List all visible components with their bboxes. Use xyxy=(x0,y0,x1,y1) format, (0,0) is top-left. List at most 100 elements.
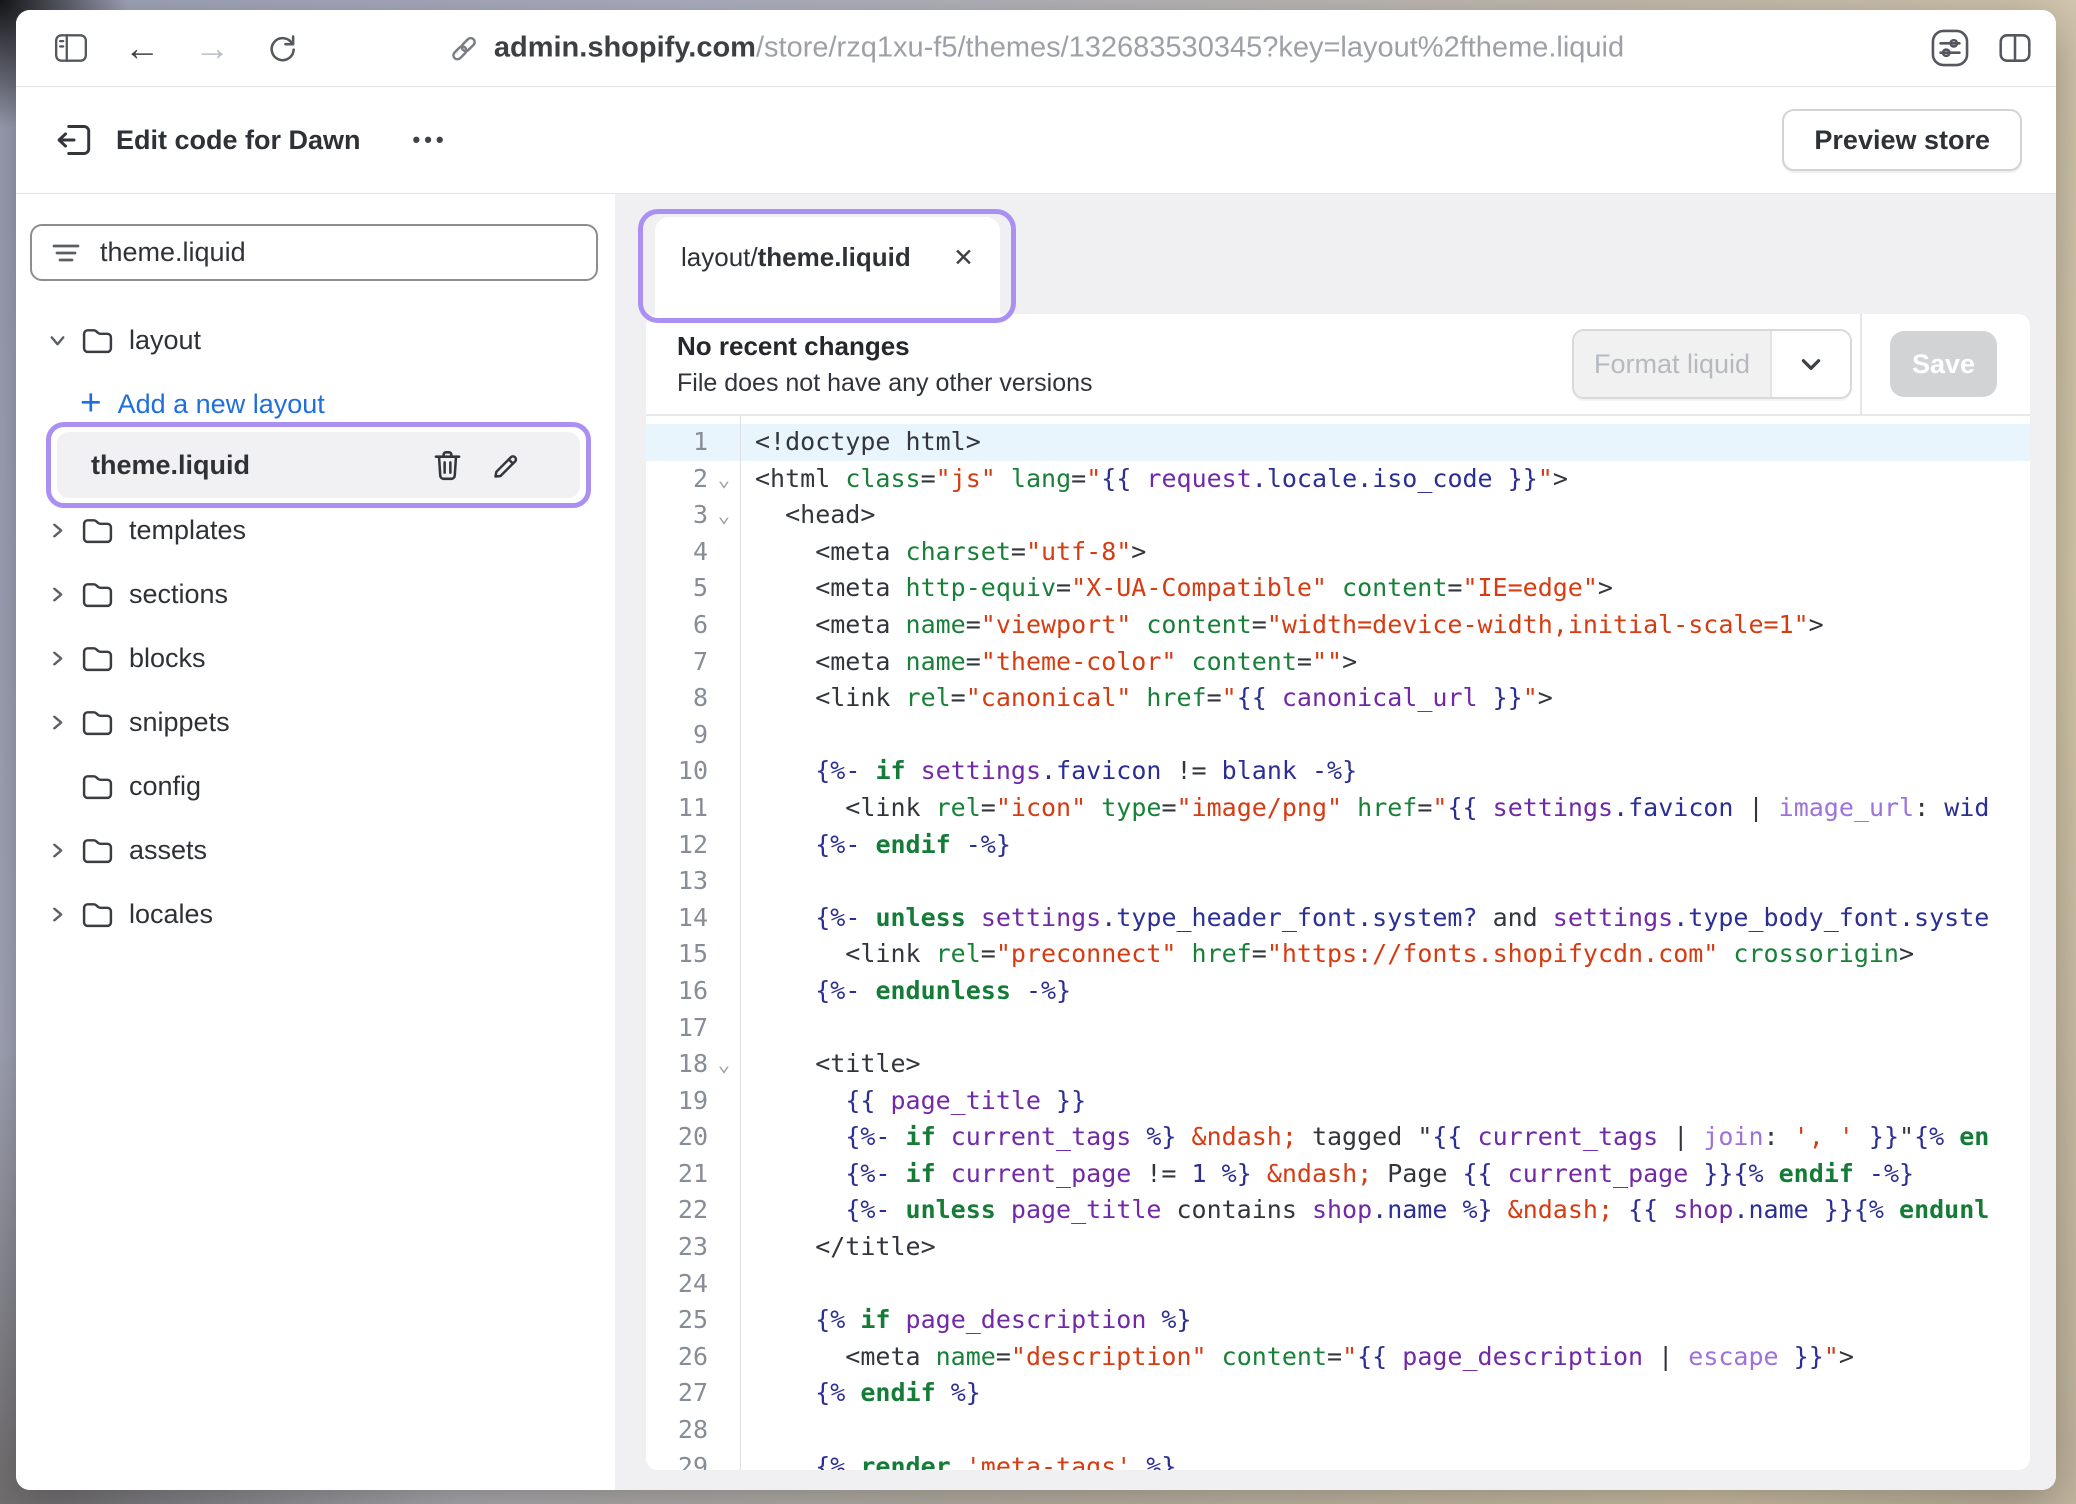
code-line-26[interactable]: 26 <meta name="description" content="{{ … xyxy=(646,1339,2030,1376)
fold-spacer xyxy=(708,790,740,827)
code-line-17[interactable]: 17 xyxy=(646,1010,2030,1047)
code-line-3[interactable]: 3⌄ <head> xyxy=(646,497,2030,534)
line-number: 13 xyxy=(646,863,708,900)
code-line-1[interactable]: 1<!doctype html> xyxy=(646,424,2030,461)
forward-arrow-icon[interactable]: → xyxy=(194,30,230,66)
sidebar-item-sections[interactable]: sections xyxy=(16,573,615,615)
line-number: 25 xyxy=(646,1302,708,1339)
code-line-28[interactable]: 28 xyxy=(646,1412,2030,1449)
code-text: <meta charset="utf-8"> xyxy=(740,534,1146,571)
code-line-14[interactable]: 14 {%- unless settings.type_header_font.… xyxy=(646,900,2030,937)
code-text: {%- endunless -%} xyxy=(740,973,1071,1010)
chevron-right-icon[interactable] xyxy=(46,712,68,733)
split-view-icon[interactable] xyxy=(1996,30,2034,66)
folder-icon xyxy=(81,325,114,355)
code-text: <meta name="description" content="{{ pag… xyxy=(740,1339,1854,1376)
code-editor[interactable]: 1<!doctype html>2⌄<html class="js" lang=… xyxy=(646,416,2030,1470)
code-line-5[interactable]: 5 <meta http-equiv="X-UA-Compatible" con… xyxy=(646,570,2030,607)
fold-spacer xyxy=(708,1010,740,1047)
format-options-caret[interactable] xyxy=(1770,331,1850,397)
sidebar-item-layout[interactable]: layout xyxy=(16,319,615,361)
chevron-down-icon[interactable] xyxy=(46,330,68,351)
code-line-19[interactable]: 19 {{ page_title }} xyxy=(646,1083,2030,1120)
code-line-9[interactable]: 9 xyxy=(646,717,2030,754)
code-line-23[interactable]: 23 </title> xyxy=(646,1229,2030,1266)
chevron-right-icon[interactable] xyxy=(46,520,68,541)
fold-toggle-icon[interactable]: ⌄ xyxy=(708,1046,740,1083)
tab-close-icon[interactable]: ✕ xyxy=(953,243,974,273)
line-number: 3 xyxy=(646,497,708,534)
fold-spacer xyxy=(708,1449,740,1470)
search-input[interactable] xyxy=(98,236,578,269)
folder-icon xyxy=(81,835,114,865)
add-layout-link[interactable]: +Add a new layout xyxy=(16,383,615,425)
more-menu-icon[interactable]: ••• xyxy=(413,127,448,153)
open-file-tab[interactable]: layout/theme.liquid ✕ xyxy=(655,217,1000,314)
code-line-25[interactable]: 25 {% if page_description %} xyxy=(646,1302,2030,1339)
sidebar-toggle-icon[interactable] xyxy=(52,30,90,66)
browser-settings-icon[interactable] xyxy=(1930,28,1970,68)
fold-toggle-icon[interactable]: ⌄ xyxy=(708,461,740,498)
save-button[interactable]: Save xyxy=(1890,331,1997,397)
line-number: 26 xyxy=(646,1339,708,1376)
line-number: 9 xyxy=(646,717,708,754)
line-number: 23 xyxy=(646,1229,708,1266)
folder-icon xyxy=(81,515,114,545)
chevron-right-icon[interactable] xyxy=(46,840,68,861)
app-header: Edit code for Dawn ••• Preview store xyxy=(16,87,2056,194)
code-line-29[interactable]: 29 {% render 'meta-tags' %} xyxy=(646,1449,2030,1470)
code-line-18[interactable]: 18⌄ <title> xyxy=(646,1046,2030,1083)
code-line-27[interactable]: 27 {% endif %} xyxy=(646,1375,2030,1412)
sidebar-item-config[interactable]: config xyxy=(16,765,615,807)
code-line-24[interactable]: 24 xyxy=(646,1266,2030,1303)
file-search-box[interactable] xyxy=(30,224,598,281)
line-number: 2 xyxy=(646,461,708,498)
chevron-right-icon[interactable] xyxy=(46,584,68,605)
code-line-20[interactable]: 20 {%- if current_tags %} &ndash; tagged… xyxy=(646,1119,2030,1156)
format-liquid-label[interactable]: Format liquid xyxy=(1574,331,1770,397)
sidebar-item-theme-liquid[interactable]: theme.liquid xyxy=(57,432,580,498)
folder-icon xyxy=(81,771,114,801)
preview-store-button[interactable]: Preview store xyxy=(1782,109,2022,171)
rename-file-icon[interactable] xyxy=(491,450,522,481)
code-line-2[interactable]: 2⌄<html class="js" lang="{{ request.loca… xyxy=(646,461,2030,498)
code-line-15[interactable]: 15 <link rel="preconnect" href="https://… xyxy=(646,936,2030,973)
code-line-13[interactable]: 13 xyxy=(646,863,2030,900)
delete-file-icon[interactable] xyxy=(432,449,463,482)
sidebar-item-snippets[interactable]: snippets xyxy=(16,701,615,743)
sidebar-item-locales[interactable]: locales xyxy=(16,893,615,935)
exit-editor-icon[interactable] xyxy=(54,120,94,160)
fold-toggle-icon[interactable]: ⌄ xyxy=(708,497,740,534)
reload-icon[interactable] xyxy=(264,30,300,66)
fold-spacer xyxy=(708,1302,740,1339)
code-line-7[interactable]: 7 <meta name="theme-color" content=""> xyxy=(646,644,2030,681)
code-line-10[interactable]: 10 {%- if settings.favicon != blank -%} xyxy=(646,753,2030,790)
line-number: 20 xyxy=(646,1119,708,1156)
link-icon xyxy=(448,32,480,64)
code-line-4[interactable]: 4 <meta charset="utf-8"> xyxy=(646,534,2030,571)
back-arrow-icon[interactable]: ← xyxy=(124,30,160,66)
code-line-16[interactable]: 16 {%- endunless -%} xyxy=(646,973,2030,1010)
fold-spacer xyxy=(708,644,740,681)
line-number: 16 xyxy=(646,973,708,1010)
format-liquid-button[interactable]: Format liquid xyxy=(1572,329,1852,399)
code-text xyxy=(740,717,755,754)
versions-header: No recent changes File does not have any… xyxy=(646,314,2030,416)
code-line-8[interactable]: 8 <link rel="canonical" href="{{ canonic… xyxy=(646,680,2030,717)
code-line-22[interactable]: 22 {%- unless page_title contains shop.n… xyxy=(646,1192,2030,1229)
code-text: {%- endif -%} xyxy=(740,827,1011,864)
code-line-21[interactable]: 21 {%- if current_page != 1 %} &ndash; P… xyxy=(646,1156,2030,1193)
line-number: 1 xyxy=(646,424,708,461)
address-bar[interactable]: admin.shopify.com/store/rzq1xu-f5/themes… xyxy=(448,32,1624,65)
line-number: 18 xyxy=(646,1046,708,1083)
sidebar-item-blocks[interactable]: blocks xyxy=(16,637,615,679)
sidebar-item-assets[interactable]: assets xyxy=(16,829,615,871)
code-line-11[interactable]: 11 <link rel="icon" type="image/png" hre… xyxy=(646,790,2030,827)
fold-spacer xyxy=(708,680,740,717)
chevron-right-icon[interactable] xyxy=(46,904,68,925)
fold-spacer xyxy=(708,863,740,900)
code-line-6[interactable]: 6 <meta name="viewport" content="width=d… xyxy=(646,607,2030,644)
code-line-12[interactable]: 12 {%- endif -%} xyxy=(646,827,2030,864)
chevron-right-icon[interactable] xyxy=(46,648,68,669)
sidebar-item-templates[interactable]: templates xyxy=(16,509,615,551)
